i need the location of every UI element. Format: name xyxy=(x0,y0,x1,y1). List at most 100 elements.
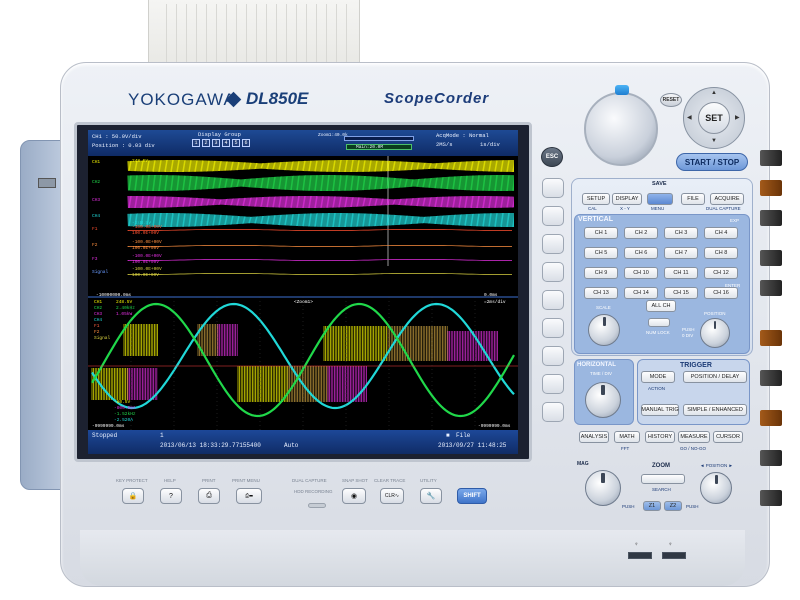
channel-button-4[interactable]: CH 4 xyxy=(704,227,738,239)
softkey-3[interactable] xyxy=(542,234,564,254)
z1-button[interactable]: Z1 xyxy=(643,501,661,511)
zoom-low-2: -800.0mA xyxy=(114,406,136,411)
channel-button-9[interactable]: CH 9 xyxy=(584,267,618,279)
search-button[interactable] xyxy=(641,474,685,484)
cursor-button[interactable]: CURSOR xyxy=(713,431,743,443)
measure-button[interactable]: MEASURE xyxy=(678,431,710,443)
softkey-5[interactable] xyxy=(542,290,564,310)
all-ch-button[interactable]: ALL CH xyxy=(646,300,676,312)
lock-icon: 🔒 xyxy=(128,493,138,500)
snapshot-button[interactable]: ◉ xyxy=(342,488,366,504)
channel-button-13[interactable]: CH 13 xyxy=(584,287,618,299)
history-button[interactable]: HISTORY xyxy=(645,431,675,443)
main-f2-top: -100.0E+00V xyxy=(132,240,162,245)
zoom-right-time: 0.0ms xyxy=(484,293,498,298)
esc-button[interactable]: ESC xyxy=(541,147,563,167)
acquire-button[interactable]: ACQUIRE xyxy=(710,193,744,205)
softkey-7[interactable] xyxy=(542,346,564,366)
save-button[interactable] xyxy=(647,193,673,205)
vertical-position-knob[interactable] xyxy=(700,318,730,348)
display-button[interactable]: DISPLAY xyxy=(612,193,642,205)
zoom-ch3-scale: 1.05kW xyxy=(116,312,133,317)
set-button[interactable]: SET xyxy=(698,102,730,134)
xy-label: X - Y xyxy=(620,206,630,211)
channel-button-12[interactable]: CH 12 xyxy=(704,267,738,279)
usb-icon: ♆ xyxy=(634,542,639,548)
usb-port-2[interactable] xyxy=(662,552,686,559)
position-delay-button[interactable]: POSITION / DELAY xyxy=(683,371,747,383)
help-button[interactable]: ? xyxy=(160,488,182,504)
manual-trig-button[interactable]: MANUAL TRIG xyxy=(641,404,679,416)
arrow-up-icon[interactable]: ▲ xyxy=(711,90,717,96)
jog-shuttle[interactable] xyxy=(584,85,658,166)
analysis-button[interactable]: ANALYSIS xyxy=(579,431,609,443)
start-stop-button[interactable]: START / STOP xyxy=(676,153,748,171)
softkey-4[interactable] xyxy=(542,262,564,282)
arrow-left-icon[interactable]: ◀ xyxy=(687,114,692,121)
softkey-9[interactable] xyxy=(542,402,564,422)
clear-trace-icon: CLR∿ xyxy=(384,493,400,499)
status-bar: Stopped 1 2013/06/13 18:33:29.77155400 A… xyxy=(88,430,518,454)
zoom-position-knob[interactable] xyxy=(700,472,732,504)
softkey-2[interactable] xyxy=(542,206,564,226)
channel-button-10[interactable]: CH 10 xyxy=(624,267,658,279)
softkey-8[interactable] xyxy=(542,374,564,394)
main-ch4-label: CH4 xyxy=(92,214,101,219)
simple-enhanced-button[interactable]: SIMPLE / ENHANCED xyxy=(683,404,747,416)
zoom-label: ZOOM xyxy=(652,463,670,469)
softkey-1[interactable] xyxy=(542,178,564,198)
print-button[interactable]: ⎙ xyxy=(198,488,220,504)
channel-button-1[interactable]: CH 1 xyxy=(584,227,618,239)
trigger-mode-button[interactable]: MODE xyxy=(641,371,675,383)
main-ch1-label: CH1 xyxy=(92,160,101,165)
push-label-right: PUSH xyxy=(686,504,699,509)
scale-label: SCALE xyxy=(596,305,611,310)
key-protect-button[interactable]: 🔒 xyxy=(122,488,144,504)
channel-button-14[interactable]: CH 14 xyxy=(624,287,658,299)
clear-trace-button[interactable]: CLR∿ xyxy=(380,488,404,504)
math-button[interactable]: MATH xyxy=(614,431,640,443)
softkey-6[interactable] xyxy=(542,318,564,338)
channel-button-11[interactable]: CH 11 xyxy=(664,267,698,279)
menu-label: MENU xyxy=(651,206,665,211)
mag-label: MAG xyxy=(577,461,589,467)
file-button[interactable]: FILE xyxy=(681,193,705,205)
ch1-scale: CH1 : 50.0V/div xyxy=(92,133,142,140)
main-f1-label: F1 xyxy=(92,227,98,232)
zoom-ch1-scale: 248.5V xyxy=(116,300,133,305)
print-menu-button[interactable]: ⎙☰ xyxy=(236,488,262,504)
arrow-right-icon[interactable]: ▶ xyxy=(735,114,740,121)
vertical-label: VERTICAL xyxy=(578,216,613,223)
channel-button-7[interactable]: CH 7 xyxy=(664,247,698,259)
channel-button-16[interactable]: CH 16 xyxy=(704,287,738,299)
display-group-item[interactable]: 4 xyxy=(222,139,230,147)
reset-button[interactable]: RESET xyxy=(660,93,682,107)
channel-button-8[interactable]: CH 8 xyxy=(704,247,738,259)
push-label-left: PUSH xyxy=(622,504,635,509)
display-group-item[interactable]: 1 xyxy=(192,139,200,147)
main-f3-label: F3 xyxy=(92,257,98,262)
mag-knob[interactable] xyxy=(585,470,621,506)
channel-button-5[interactable]: CH 5 xyxy=(584,247,618,259)
num-lock-label: NUM LOCK xyxy=(646,330,670,335)
arrow-down-icon[interactable]: ▼ xyxy=(711,138,717,144)
display-group-item[interactable]: 5 xyxy=(232,139,240,147)
channel-button-3[interactable]: CH 3 xyxy=(664,227,698,239)
num-lock-button[interactable] xyxy=(648,318,670,327)
display-group-item[interactable]: 6 xyxy=(242,139,250,147)
display-group-item[interactable]: 2 xyxy=(202,139,210,147)
utility-button[interactable]: 🔧 xyxy=(420,488,442,504)
usb-port-1[interactable] xyxy=(628,552,652,559)
setup-button[interactable]: SETUP xyxy=(582,193,610,205)
time-div-knob[interactable] xyxy=(585,382,621,418)
vertical-scale-knob[interactable] xyxy=(588,314,620,346)
hdd-led xyxy=(308,503,326,508)
clear-trace-label: CLEAR TRACE xyxy=(374,478,406,483)
channel-button-6[interactable]: CH 6 xyxy=(624,247,658,259)
search-label: SEARCH xyxy=(652,487,671,492)
z2-button[interactable]: Z2 xyxy=(664,501,682,511)
channel-button-2[interactable]: CH 2 xyxy=(624,227,658,239)
display-group-item[interactable]: 3 xyxy=(212,139,220,147)
shift-button[interactable]: SHIFT xyxy=(457,488,487,504)
channel-button-15[interactable]: CH 15 xyxy=(664,287,698,299)
